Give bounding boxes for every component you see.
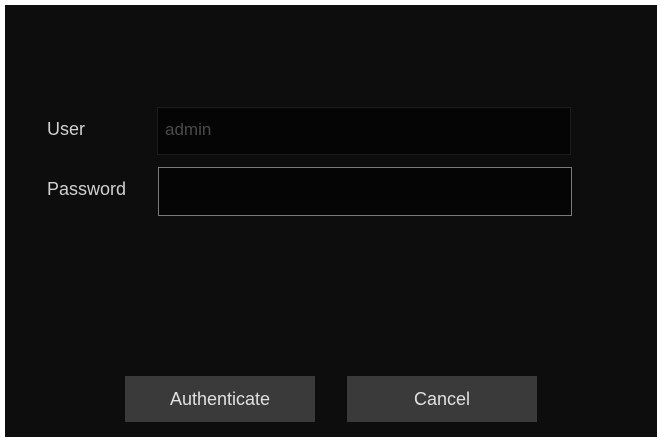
password-label: Password (47, 179, 127, 199)
authenticate-button[interactable]: Authenticate (125, 376, 315, 422)
password-field[interactable] (158, 167, 572, 216)
user-label: User (47, 119, 86, 139)
cancel-button[interactable]: Cancel (347, 376, 537, 422)
authentication-dialog: User admin Password Authenticate Cancel (5, 5, 657, 437)
user-field[interactable]: admin (157, 107, 571, 155)
